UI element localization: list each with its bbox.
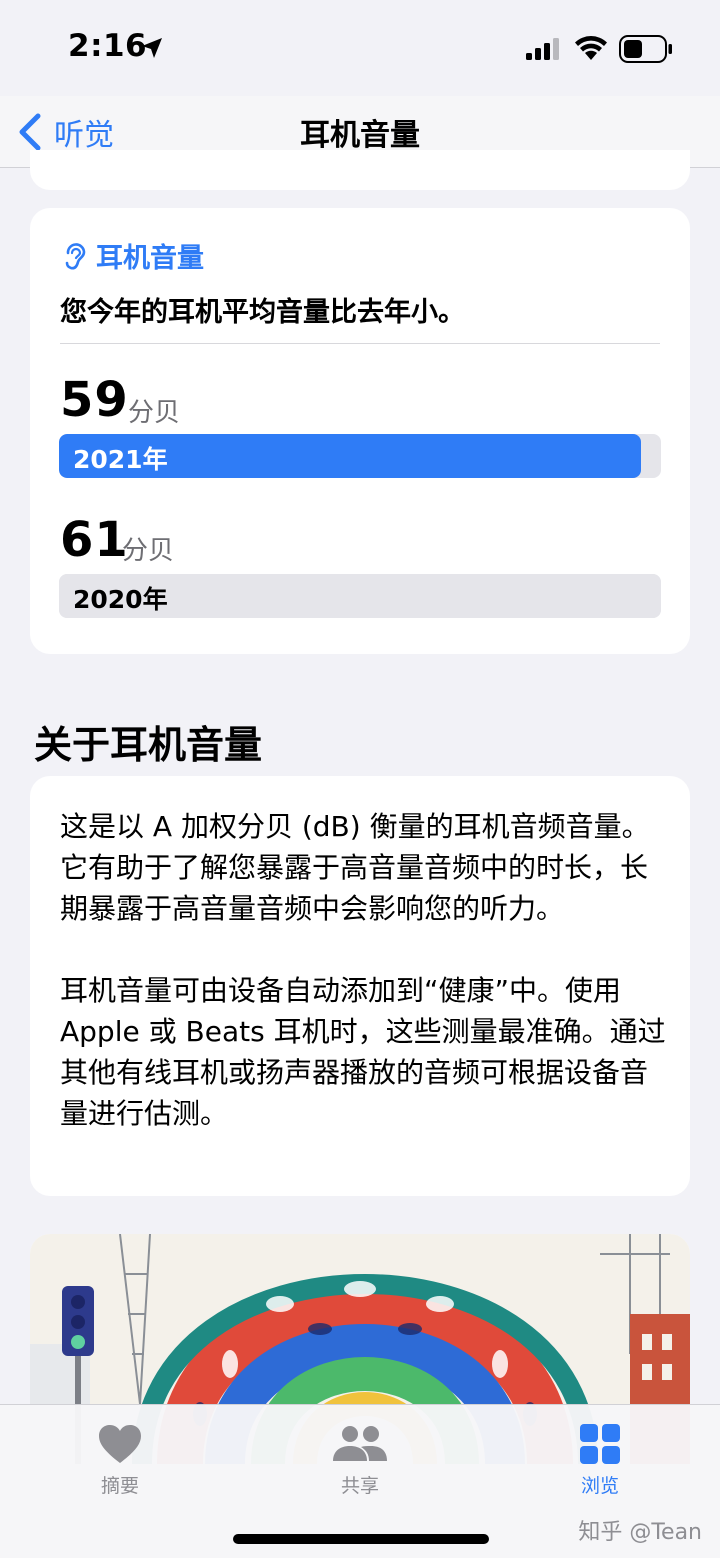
headphone-volume-card[interactable]: 耳机音量 您今年的耳机平均音量比去年小。 59 分贝 2021年 61 分贝 2… [30,208,690,654]
about-description: 这是以 A 加权分贝 (dB) 衡量的耳机音频音量。它有助于了解您暴露于高音量音… [60,810,666,1130]
year-label-2020: 2020年 [73,585,168,614]
status-time: 2:16 [68,28,148,64]
wifi-icon [575,36,607,60]
tab-sharing[interactable]: 共享 [290,1415,430,1515]
volume-bar-2020: 2020年 [59,574,661,618]
metric-unit-2021: 分贝 [128,398,181,428]
tab-summary-label: 摘要 [100,1475,139,1497]
previous-card [30,150,690,190]
people-icon [333,1426,387,1461]
tab-browse-label: 浏览 [580,1475,619,1497]
year-label-2021: 2021年 [73,445,168,474]
watermark: 知乎 @Tean [578,1520,702,1545]
metric-value-2021: 59 [60,372,129,428]
metric-unit-2020: 分贝 [122,536,175,566]
card-header-title: 耳机音量 [96,243,204,274]
about-section-title: 关于耳机音量 [34,723,263,767]
grid-icon [580,1424,620,1464]
about-card: 这是以 A 加权分贝 (dB) 衡量的耳机音频音量。它有助于了解您暴露于高音量音… [30,776,690,1196]
volume-bar-2021: 2021年 [59,434,661,478]
tab-sharing-label: 共享 [340,1475,379,1497]
location-arrow-icon [142,38,162,58]
divider [60,343,660,344]
tab-browse[interactable]: 浏览 [530,1415,670,1515]
battery-icon [619,35,672,63]
ear-icon [65,242,86,269]
page-title: 耳机音量 [300,118,420,153]
tab-summary[interactable]: 摘要 [50,1415,190,1515]
status-bar: 2:16 [0,0,720,96]
card-header: 耳机音量 [62,236,204,275]
metric-value-2020: 61 [60,512,129,568]
card-headline: 您今年的耳机平均音量比去年小。 [60,297,465,328]
cellular-signal-icon [526,38,559,60]
heart-icon [99,1425,141,1463]
home-indicator [233,1534,489,1544]
